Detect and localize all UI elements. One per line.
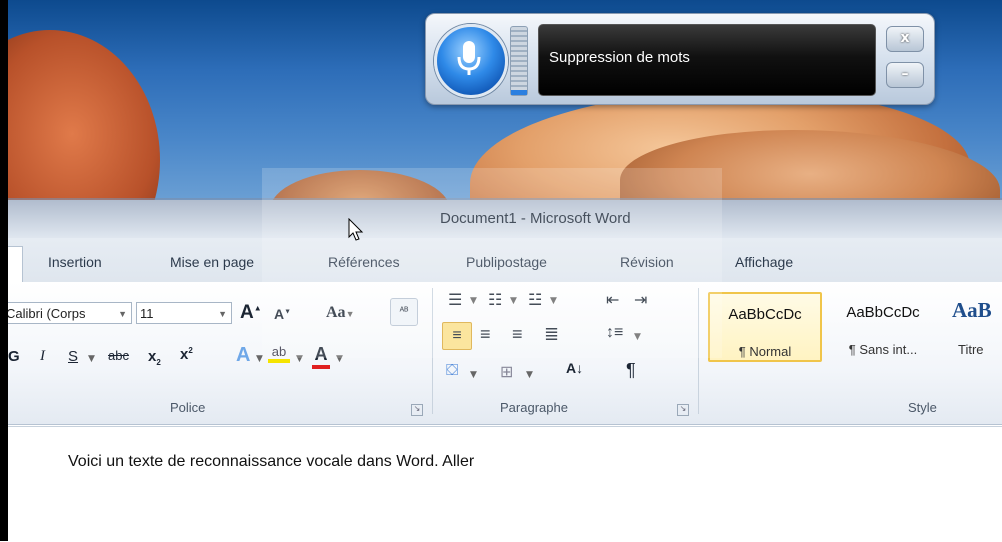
close-button[interactable]: x [886, 26, 924, 52]
font-size-combo[interactable]: 11 ▼ [136, 302, 232, 324]
chevron-down-icon[interactable]: ▼ [470, 370, 477, 380]
tab-affichage[interactable]: Affichage [735, 254, 793, 270]
microphone-button[interactable] [434, 24, 508, 98]
speech-status-text: Suppression de mots [549, 49, 690, 66]
show-formatting-marks-icon[interactable]: ¶ [626, 360, 636, 381]
microphone-icon [457, 41, 481, 75]
grow-font-icon[interactable]: A▲ [240, 302, 262, 324]
italic-icon[interactable]: I [40, 348, 45, 365]
subscript-icon[interactable]: x2 [148, 348, 161, 367]
audio-level-fill [511, 89, 527, 95]
style-name: ¶ Normal [738, 344, 792, 359]
style-sample: AaBbCcDc [846, 304, 920, 321]
group-label-paragraphe: Paragraphe [500, 400, 568, 415]
underline-icon[interactable]: S [68, 348, 78, 365]
chevron-down-icon[interactable]: ▼ [88, 354, 95, 364]
chevron-down-icon: ▼ [118, 309, 127, 319]
group-label-police: Police [170, 400, 206, 415]
tab-mise-en-page[interactable]: Mise en page [170, 254, 254, 270]
shading-icon[interactable]: ⛋ [446, 362, 458, 380]
borders-icon[interactable]: ⊞ [500, 362, 513, 382]
minimize-button[interactable]: – [886, 62, 924, 88]
style-sample: AaB [952, 298, 992, 322]
bold-icon[interactable]: G [8, 348, 20, 365]
group-label-style: Style [908, 400, 937, 415]
strikethrough-icon[interactable]: abc [108, 348, 129, 363]
font-size-value: 11 [140, 306, 154, 321]
style-name: ¶ Sans int... [848, 342, 918, 357]
superscript-icon[interactable]: x2 [180, 346, 193, 363]
screen-left-edge [0, 0, 8, 541]
watermark-overlay [262, 168, 722, 358]
document-text[interactable]: Voici un texte de reconnaissance vocale … [68, 453, 474, 471]
style-name: Titre [958, 342, 984, 357]
audio-level-meter [510, 26, 528, 96]
speech-status-display: Suppression de mots [538, 24, 876, 96]
dialog-launcher-icon[interactable]: ↘ [411, 404, 423, 416]
tab-insertion[interactable]: Insertion [48, 254, 102, 270]
style-sample: AaBbCcDc [728, 306, 802, 323]
red-rock [0, 30, 160, 200]
chevron-down-icon: ▼ [218, 309, 227, 319]
font-name-combo[interactable]: Calibri (Corps ▼ [2, 302, 132, 324]
font-name-value: Calibri (Corps [6, 306, 86, 321]
speech-recognition-widget: Suppression de mots x – [425, 13, 935, 105]
text-effects-icon[interactable]: A [236, 344, 250, 367]
sort-icon[interactable]: A↓ [566, 360, 583, 376]
mouse-cursor-icon [348, 218, 364, 241]
document-area[interactable]: Voici un texte de reconnaissance vocale … [0, 426, 1002, 542]
dialog-launcher-icon[interactable]: ↘ [677, 404, 689, 416]
style-normal[interactable]: AaBbCcDc ¶ Normal [708, 292, 822, 362]
style-sans-interligne[interactable]: AaBbCcDc ¶ Sans int... [826, 292, 940, 362]
style-titre[interactable]: AaB Titre [944, 292, 1002, 362]
chevron-down-icon[interactable]: ▼ [526, 370, 533, 380]
